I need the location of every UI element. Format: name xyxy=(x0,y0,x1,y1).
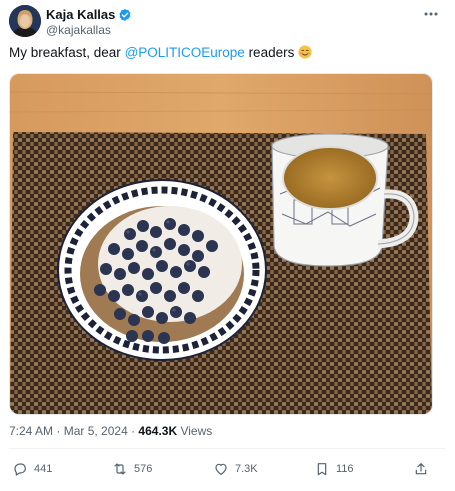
author-name[interactable]: Kaja Kallas xyxy=(46,7,115,22)
meta-separator: · xyxy=(53,424,64,438)
tweet-time[interactable]: 7:24 AM xyxy=(9,424,53,438)
like-icon xyxy=(215,463,227,475)
tweet-text: My breakfast, dear @POLITICOEurope reade… xyxy=(9,45,312,60)
views-label: Views xyxy=(177,424,213,438)
repost-count: 576 xyxy=(134,463,153,475)
meta-separator: · xyxy=(127,424,139,438)
like-button[interactable]: 7.3K xyxy=(213,458,258,480)
author-name-row: Kaja Kallas xyxy=(46,7,132,22)
share-icon xyxy=(415,463,427,475)
tweet-photo[interactable] xyxy=(9,73,433,415)
tweet-metadata: 7:24 AM · Mar 5, 2024 · 464.3K Views xyxy=(9,424,212,438)
action-bar: 441 576 7.3K 116 xyxy=(9,458,446,480)
divider xyxy=(9,448,446,449)
mention-link[interactable]: @POLITICOEurope xyxy=(125,45,245,60)
more-icon[interactable] xyxy=(422,6,440,24)
reply-icon xyxy=(14,463,26,476)
author-handle[interactable]: @kajakallas xyxy=(46,23,111,37)
share-button[interactable] xyxy=(413,458,429,480)
verified-badge-icon xyxy=(118,8,132,22)
tweet-text-suffix: readers xyxy=(244,45,299,60)
bookmark-icon xyxy=(317,463,327,476)
bookmark-count: 116 xyxy=(336,463,354,475)
repost-icon xyxy=(114,463,126,475)
tweet-text-prefix: My breakfast, dear xyxy=(9,45,125,60)
smiling-face-emoji xyxy=(298,45,312,59)
avatar[interactable] xyxy=(9,5,41,37)
repost-button[interactable]: 576 xyxy=(112,458,152,480)
breakfast-photo-illustration xyxy=(10,74,432,414)
bookmark-button[interactable]: 116 xyxy=(314,458,354,480)
reply-button[interactable]: 441 xyxy=(12,458,52,480)
views-count: 464.3K xyxy=(138,424,178,438)
tweet-header: Kaja Kallas @kajakallas xyxy=(9,4,446,38)
tweet: Kaja Kallas @kajakallas My breakfast, de… xyxy=(0,0,455,491)
like-count: 7.3K xyxy=(235,463,258,475)
reply-count: 441 xyxy=(34,463,53,475)
tweet-date[interactable]: Mar 5, 2024 xyxy=(64,424,128,438)
